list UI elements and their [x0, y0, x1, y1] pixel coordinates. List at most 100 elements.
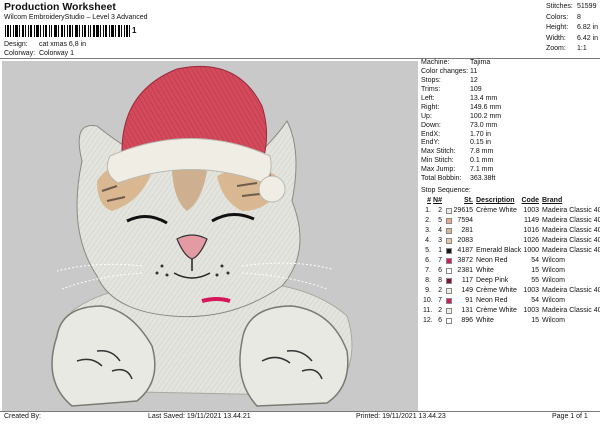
stitch-count: 2083: [457, 237, 473, 244]
thread-code: 54: [531, 297, 539, 304]
thread-description: White: [476, 317, 494, 324]
row-number: 4.: [425, 237, 431, 244]
color-swatch: [446, 248, 452, 254]
color-swatch: [446, 258, 452, 264]
row-number: 9.: [425, 287, 431, 294]
header-divider: [0, 58, 600, 59]
color-swatch: [446, 238, 452, 244]
stitch-count: 2381: [457, 267, 473, 274]
stitch-count: 117: [461, 277, 473, 284]
cat-embroidery-image: [51, 65, 353, 407]
thread-description: White: [476, 267, 494, 274]
thread-code: 54: [531, 257, 539, 264]
row-number: 7.: [425, 267, 431, 274]
thread-code: 55: [531, 277, 539, 284]
thread-brand: Madeira Classic 40: [542, 207, 600, 214]
stitch-count: 29615: [453, 207, 473, 214]
thread-brand: Madeira Classic 40: [542, 237, 600, 244]
header-brand: Brand: [542, 197, 563, 204]
thread-code: 1003: [523, 287, 539, 294]
thread-brand: Wilcom: [542, 257, 565, 264]
design-preview: [2, 61, 418, 411]
row-number: 1.: [425, 207, 431, 214]
thread-code: 1016: [523, 227, 539, 234]
thread-description: Crème White: [476, 287, 517, 294]
header-stitches: St.: [464, 197, 473, 204]
thread-brand: Wilcom: [542, 317, 565, 324]
row-number: 2.: [425, 217, 431, 224]
needle-number: 3: [438, 237, 442, 244]
created-by: Created By:: [4, 413, 41, 420]
stitch-count: 4187: [457, 247, 473, 254]
needle-number: 1: [438, 247, 442, 254]
thread-code: 15: [531, 267, 539, 274]
header-needle: N#: [433, 197, 442, 204]
page-number: Page 1 of 1: [552, 413, 588, 420]
colorway-label: Colorway:: [4, 50, 36, 57]
row-number: 8.: [425, 277, 431, 284]
page-title: Production Worksheet: [4, 1, 116, 13]
software-subtitle: Wilcom EmbroideryStudio – Level 3 Advanc…: [4, 14, 148, 21]
needle-number: 8: [438, 277, 442, 284]
design-row: Design: cat xmas 6,8 in: [4, 41, 86, 48]
thread-description: Emerald Black: [476, 247, 522, 254]
needle-number: 5: [438, 217, 442, 224]
needle-number: 4: [438, 227, 442, 234]
color-swatch: [446, 208, 452, 214]
info-row: EndX: 1.70 in: [421, 130, 492, 138]
stat-height: Height: 6.82 in: [546, 24, 599, 32]
thread-brand: Wilcom: [542, 277, 565, 284]
needle-number: 7: [438, 297, 442, 304]
stitch-count: 131: [461, 307, 473, 314]
row-number: 6.: [425, 257, 431, 264]
info-row: Total Bobbin: 363.38ft: [421, 175, 496, 183]
stat-stitches: Stitches: 51599: [546, 3, 597, 10]
thread-description: Crème White: [476, 207, 517, 214]
info-row: Right: 149.6 mm: [421, 103, 502, 111]
thread-description: Crème White: [476, 307, 517, 314]
color-swatch: [446, 298, 452, 304]
color-swatch: [446, 288, 452, 294]
stitch-count: 896: [461, 317, 473, 324]
header-num: #: [427, 197, 431, 204]
thread-brand: Madeira Classic 40: [542, 307, 600, 314]
info-row: Left: 13.4 mm: [421, 94, 498, 102]
printed-date: Printed: 19/11/2021 13.44.23: [356, 413, 446, 420]
barcode: [5, 25, 130, 37]
last-saved: Last Saved: 19/11/2021 13.44.21: [148, 413, 251, 420]
needle-number: 2: [438, 287, 442, 294]
info-row: Machine: Tajima: [421, 59, 491, 66]
thread-brand: Wilcom: [542, 267, 565, 274]
color-swatch: [446, 278, 452, 284]
info-row: EndY: 0.15 in: [421, 139, 492, 147]
info-row: Down: 73.0 mm: [421, 121, 498, 129]
barcode-number: 1: [132, 26, 137, 35]
stitch-count: 3872: [457, 257, 473, 264]
row-number: 11.: [423, 307, 433, 314]
footer-divider: [0, 411, 600, 412]
header-code: Code: [521, 197, 540, 204]
design-label: Design:: [4, 41, 28, 48]
header-description: Description: [476, 197, 515, 204]
needle-number: 6: [438, 267, 442, 274]
design-stats: Stitches: 51599 Colors: 8 Height: 6.82 in W…: [546, 2, 598, 55]
stop-sequence-title: Stop Sequence:: [421, 187, 471, 194]
thread-brand: Wilcom: [542, 297, 565, 304]
needle-number: 7: [438, 257, 442, 264]
design-info: Machine: Tajima Color changes: 11 Stops: 12…: [421, 59, 501, 184]
thread-code: 1149: [523, 217, 539, 224]
color-swatch: [446, 268, 452, 274]
row-number: 12.: [423, 317, 433, 324]
thread-code: 1003: [523, 307, 539, 314]
row-number: 10.: [423, 297, 433, 304]
info-row: Stops: 12: [421, 76, 478, 84]
stat-width: Width: 6.42 in: [546, 34, 599, 42]
needle-number: 6: [438, 317, 442, 324]
stitch-count: 7594: [457, 217, 473, 224]
stitch-count: 149: [461, 287, 473, 294]
stat-zoom: Zoom: 1:1: [546, 45, 587, 53]
needle-number: 2: [438, 207, 442, 214]
info-row: Max Jump: 7.1 mm: [421, 166, 494, 174]
thread-brand: Madeira Classic 40: [542, 287, 600, 294]
color-swatch: [446, 308, 452, 314]
